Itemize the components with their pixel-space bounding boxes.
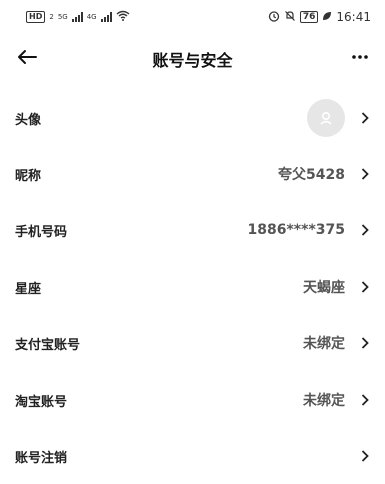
signal-icon-1 [71, 12, 83, 22]
row-value: 天蝎座 [303, 280, 345, 296]
status-right: 76 16:41 [268, 10, 371, 25]
row-alipay[interactable]: 支付宝账号 未绑定 [0, 315, 385, 371]
hd-badge: HD [26, 11, 46, 23]
row-value: 夸父5428 [278, 167, 345, 183]
status-left: HD 2 5G 4G [26, 10, 130, 24]
row-zodiac[interactable]: 星座 天蝎座 [0, 259, 385, 315]
mute-icon [284, 10, 296, 25]
row-taobao[interactable]: 淘宝账号 未绑定 [0, 372, 385, 428]
row-label: 账号注销 [15, 450, 68, 466]
battery-icon: 76 [299, 11, 319, 23]
row-label: 头像 [15, 112, 42, 128]
chevron-right-icon [359, 450, 371, 462]
network-type-1: 5G [57, 13, 68, 21]
row-label: 支付宝账号 [15, 337, 81, 353]
row-value: 未绑定 [303, 393, 345, 409]
status-time: 16:41 [336, 10, 371, 24]
row-value: 未绑定 [303, 336, 345, 352]
user-icon [320, 111, 332, 125]
signal-icon-2 [100, 12, 112, 22]
chevron-right-icon [359, 112, 371, 124]
header: 账号与安全 [0, 34, 385, 84]
row-value: 1886****375 [247, 222, 345, 238]
chevron-right-icon [359, 224, 371, 236]
row-label: 手机号码 [15, 224, 68, 240]
row-label: 星座 [15, 281, 42, 297]
alarm-icon [268, 10, 280, 25]
sim-number: 2 [49, 13, 54, 21]
status-bar: HD 2 5G 4G 76 16:41 [0, 0, 385, 34]
row-label: 昵称 [15, 168, 42, 184]
more-icon [352, 55, 368, 59]
row-account-deletion[interactable]: 账号注销 [0, 428, 385, 484]
wifi-icon [116, 10, 130, 24]
chevron-right-icon [359, 394, 371, 406]
avatar [307, 99, 345, 137]
row-nickname[interactable]: 昵称 夸父5428 [0, 146, 385, 202]
chevron-right-icon [359, 168, 371, 180]
chevron-right-icon [359, 337, 371, 349]
more-button[interactable] [347, 44, 373, 70]
row-avatar[interactable]: 头像 [0, 90, 385, 146]
row-phone[interactable]: 手机号码 1886****375 [0, 202, 385, 258]
chevron-right-icon [359, 281, 371, 293]
network-type-2: 4G [86, 13, 97, 21]
page-title: 账号与安全 [152, 51, 233, 70]
leaf-icon [322, 10, 332, 24]
row-label: 淘宝账号 [15, 394, 68, 410]
